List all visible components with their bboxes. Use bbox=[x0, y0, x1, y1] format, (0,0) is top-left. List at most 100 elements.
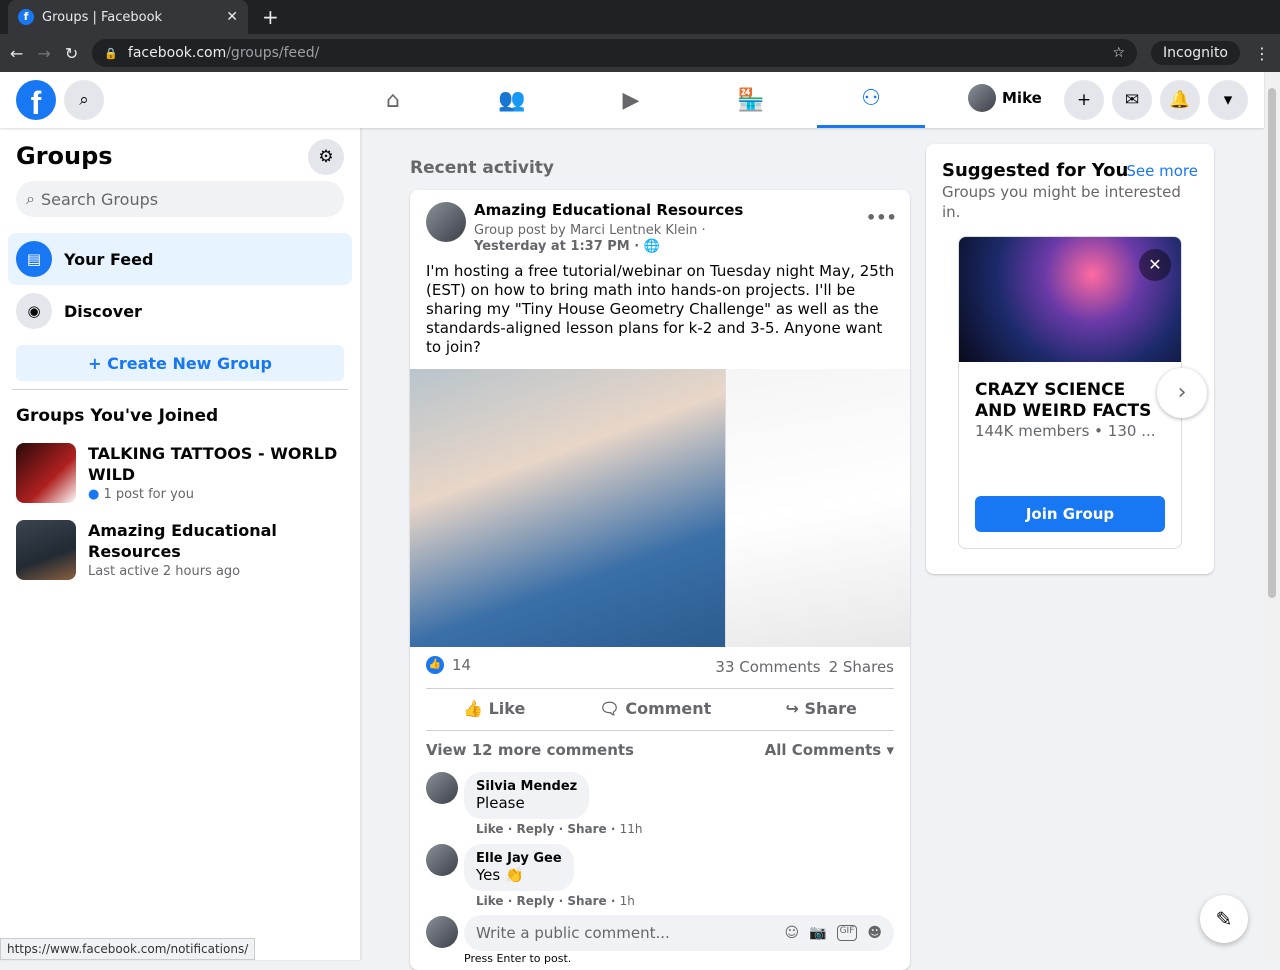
nav-marketplace-icon[interactable]: 🏪 bbox=[697, 72, 805, 128]
create-new-group-button[interactable]: + Create New Group bbox=[16, 345, 344, 381]
facebook-favicon-icon: f bbox=[18, 9, 34, 25]
comment-time[interactable]: 11h bbox=[620, 822, 643, 836]
browser-tab[interactable]: f Groups | Facebook ✕ bbox=[8, 0, 248, 34]
more-options-icon[interactable]: ••• bbox=[866, 208, 897, 227]
divider bbox=[12, 389, 348, 390]
comment-like-link[interactable]: Like bbox=[476, 822, 504, 836]
new-tab-button[interactable]: + bbox=[262, 5, 279, 29]
sidebar-item-your-feed[interactable]: ▤ Your Feed bbox=[8, 233, 352, 285]
suggested-group-name[interactable]: CRAZY SCIENCE AND WEIRD FACTS bbox=[959, 362, 1181, 422]
address-bar-row: ← → ↻ 🔒 facebook.com/groups/feed/ ☆ Incognit… bbox=[0, 34, 1280, 72]
comment-button[interactable]: 🗨 Comment bbox=[599, 699, 711, 718]
star-icon[interactable]: ☆ bbox=[1112, 45, 1125, 61]
section-title: Recent activity bbox=[410, 158, 554, 178]
tab-title: Groups | Facebook bbox=[42, 9, 163, 25]
comment-placeholder: Write a public comment... bbox=[476, 924, 670, 942]
groups-sidebar: Groups ⚙ ⌕ Search Groups ▤ Your Feed ◉ Disc… bbox=[0, 128, 360, 960]
dismiss-close-icon[interactable]: ✕ bbox=[1139, 249, 1171, 281]
see-more-link[interactable]: See more bbox=[1126, 162, 1198, 180]
post-photo[interactable] bbox=[410, 369, 910, 647]
comment-text: Please bbox=[476, 794, 525, 812]
sticker-icon[interactable]: ☻ bbox=[867, 925, 882, 941]
facebook-logo[interactable]: f bbox=[16, 80, 56, 121]
comment-count[interactable]: 33 Comments bbox=[715, 658, 820, 676]
press-enter-hint: Press Enter to post. bbox=[464, 952, 572, 965]
nav-friends-icon[interactable]: 👥 bbox=[458, 72, 566, 128]
post-group-name[interactable]: Amazing Educational Resources bbox=[474, 201, 743, 219]
avatar[interactable] bbox=[426, 772, 458, 804]
page-scrollbar[interactable] bbox=[1264, 72, 1280, 960]
url-input[interactable]: 🔒 facebook.com/groups/feed/ ☆ bbox=[92, 39, 1138, 67]
nav-home-icon[interactable]: ⌂ bbox=[339, 72, 447, 128]
sidebar-item-label: Discover bbox=[64, 301, 142, 321]
incognito-badge[interactable]: Incognito bbox=[1151, 41, 1240, 65]
messenger-icon[interactable]: ✉ bbox=[1112, 80, 1152, 120]
group-avatar[interactable] bbox=[426, 202, 466, 242]
view-more-comments-link[interactable]: View 12 more comments bbox=[426, 741, 634, 759]
close-tab-icon[interactable]: ✕ bbox=[226, 9, 238, 25]
photo-children-building bbox=[410, 369, 725, 647]
comment-author[interactable]: Silvia Mendez bbox=[476, 779, 577, 794]
suggested-group-meta: 144K members • 130 ... bbox=[975, 422, 1156, 440]
discover-icon: ◉ bbox=[16, 293, 52, 329]
like-button[interactable]: 👍 Like bbox=[463, 699, 525, 718]
joined-group-item[interactable]: Amazing Educational Resources Last active… bbox=[16, 520, 338, 580]
group-thumbnail bbox=[16, 443, 76, 503]
browser-tabstrip: f Groups | Facebook ✕ + bbox=[0, 0, 1280, 34]
nav-watch-icon[interactable]: ▶ bbox=[577, 72, 685, 128]
comment-share-link[interactable]: Share bbox=[567, 894, 606, 908]
nav-groups-icon[interactable]: ⚇ bbox=[817, 72, 925, 128]
suggest-subtitle: Groups you might be interested in. bbox=[942, 183, 1181, 221]
comment-reply-link[interactable]: Reply bbox=[516, 894, 554, 908]
notifications-bell-icon[interactable]: 🔔 bbox=[1160, 80, 1200, 120]
account-dropdown-icon[interactable]: ▾ bbox=[1208, 80, 1248, 120]
comment-like-link[interactable]: Like bbox=[476, 894, 504, 908]
menu-icon[interactable]: ⋮ bbox=[1254, 44, 1270, 63]
facebook-header: f ⌕ ⌂ 👥 ▶ 🏪 ⚇ Mike + ✉ 🔔 ▾ bbox=[0, 72, 1264, 128]
like-count[interactable]: 14 bbox=[452, 656, 471, 674]
new-message-compose-icon[interactable]: ✎ bbox=[1200, 895, 1248, 943]
search-groups-input[interactable]: ⌕ Search Groups bbox=[16, 181, 344, 217]
create-plus-icon[interactable]: + bbox=[1064, 80, 1104, 120]
group-meta: 1 post for you bbox=[103, 487, 194, 502]
comment-share-link[interactable]: Share bbox=[567, 822, 606, 836]
divider bbox=[426, 730, 894, 731]
forward-icon[interactable]: → bbox=[37, 44, 50, 63]
settings-gear-icon[interactable]: ⚙ bbox=[308, 139, 344, 175]
emoji-icon[interactable]: ☺ bbox=[785, 925, 800, 941]
all-comments-dropdown[interactable]: All Comments ▾ bbox=[765, 741, 894, 759]
comment-reply-link[interactable]: Reply bbox=[516, 822, 554, 836]
divider bbox=[426, 688, 894, 689]
user-name: Mike bbox=[1002, 89, 1042, 107]
reload-icon[interactable]: ↻ bbox=[65, 44, 78, 63]
comment-item: Silvia Mendez Please bbox=[426, 772, 590, 819]
my-avatar bbox=[426, 916, 458, 948]
url-path: /groups/feed/ bbox=[226, 45, 320, 61]
suggested-groups-panel: Suggested for You See more Groups you mi… bbox=[926, 144, 1214, 574]
post-time[interactable]: Yesterday at 1:37 PM · bbox=[474, 239, 639, 254]
next-chevron-icon[interactable]: › bbox=[1157, 368, 1207, 418]
back-icon[interactable]: ← bbox=[10, 44, 23, 63]
search-icon: ⌕ bbox=[26, 189, 35, 208]
avatar[interactable] bbox=[426, 844, 458, 876]
comment-input[interactable]: Write a public comment... ☺ 📷 GIF ☻ bbox=[464, 915, 894, 951]
group-name: Amazing Educational Resources bbox=[88, 521, 277, 561]
search-placeholder: Search Groups bbox=[40, 189, 159, 209]
globe-icon: 🌐 bbox=[643, 239, 660, 254]
camera-icon[interactable]: 📷 bbox=[809, 925, 826, 941]
search-icon[interactable]: ⌕ bbox=[64, 80, 104, 120]
comment-author[interactable]: Elle Jay Gee bbox=[476, 851, 562, 866]
profile-link[interactable]: Mike bbox=[968, 84, 1042, 112]
join-group-button[interactable]: Join Group bbox=[975, 496, 1165, 532]
joined-group-item[interactable]: TALKING TATTOOS - WORLD WILD ● 1 post for… bbox=[16, 443, 338, 503]
url-host: facebook.com bbox=[127, 45, 227, 61]
lock-icon: 🔒 bbox=[104, 46, 118, 60]
sidebar-item-label: Your Feed bbox=[64, 249, 154, 269]
like-reaction-icon: 👍 bbox=[426, 656, 444, 674]
sidebar-item-discover[interactable]: ◉ Discover bbox=[8, 285, 352, 337]
share-count[interactable]: 2 Shares bbox=[829, 658, 894, 676]
gif-icon[interactable]: GIF bbox=[836, 925, 858, 941]
share-button[interactable]: ↪ Share bbox=[785, 699, 856, 718]
feed-post: Amazing Educational Resources Group post… bbox=[410, 190, 910, 970]
comment-time[interactable]: 1h bbox=[620, 894, 635, 908]
